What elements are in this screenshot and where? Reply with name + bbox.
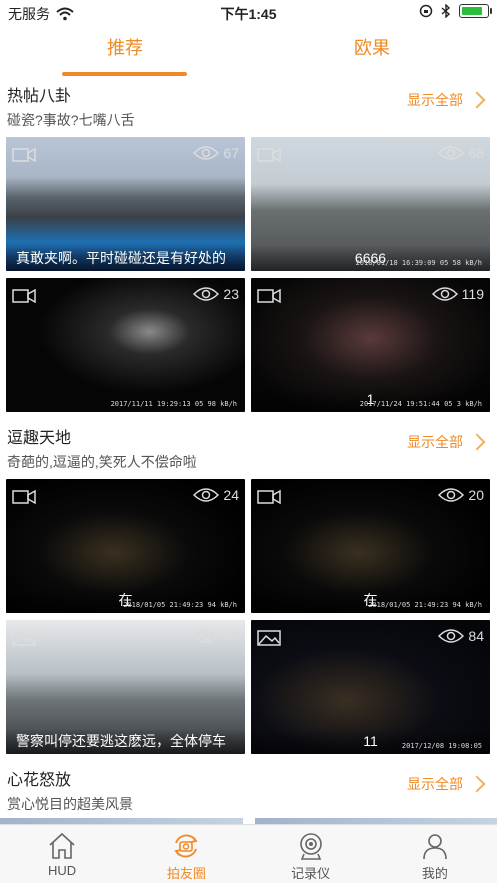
show-all-label: 显示全部: [407, 776, 463, 792]
show-all-button[interactable]: 显示全部: [407, 774, 486, 794]
video-camera-icon: [12, 288, 36, 304]
bluetooth-icon: [441, 4, 451, 18]
video-timestamp: 2017/11/11 19:29:13 05 98 kB/h: [110, 400, 237, 408]
section-subtitle: 碰瓷?事故?七嘴八舌: [7, 112, 135, 128]
video-camera-icon: [257, 147, 281, 163]
chevron-right-icon: [468, 775, 486, 793]
tab-ouguo[interactable]: 欧果: [307, 34, 437, 60]
video-thumbnail[interactable]: 68 6666 2018/01/18 16:39:09 05 58 kB/h: [251, 137, 490, 271]
section-title: 心花怒放: [7, 772, 72, 789]
video-caption: 真敢夹啊。平时碰碰还是有好处的: [6, 245, 245, 271]
image-icon: [257, 630, 281, 646]
tab-recorder[interactable]: 记录仪: [249, 825, 373, 883]
top-tabs: 推荐 欧果: [0, 26, 497, 78]
video-caption: 在: [6, 587, 245, 613]
eye-icon: [193, 146, 220, 160]
video-timestamp: 2017/12/08 19:08:05: [401, 742, 482, 750]
tab-label: HUD: [48, 863, 77, 878]
video-caption: 警察叫停还要逃这麽远，全体停车: [6, 728, 245, 754]
section-title: 热帖八卦: [7, 88, 72, 105]
section-header-hot: 热帖八卦 碰瓷?事故?七嘴八舌 显示全部: [0, 82, 497, 132]
video-thumbnail[interactable]: 119 1 2017/11/24 19:51:44 05 3 kB/h: [251, 278, 490, 412]
video-camera-icon: [12, 147, 36, 163]
tab-profile[interactable]: 我的: [373, 825, 497, 883]
eye-icon: [193, 287, 220, 301]
video-camera-icon: [257, 288, 281, 304]
image-icon: [12, 630, 36, 646]
bottom-tab-bar: HUD 拍友圈 记录仪 我的: [0, 824, 497, 883]
video-thumbnail[interactable]: 24 在 2018/01/05 21:49:23 94 kB/h: [6, 479, 245, 613]
video-camera-icon: [12, 489, 36, 505]
camera-refresh-icon: [174, 834, 198, 858]
tab-hud[interactable]: HUD: [0, 825, 124, 883]
tab-recommend[interactable]: 推荐: [60, 34, 190, 60]
rotation-lock-icon: [419, 4, 433, 18]
section-subtitle: 赏心悦目的超美风景: [7, 796, 133, 812]
view-count: 119: [461, 286, 484, 302]
video-caption: 在: [251, 587, 490, 613]
video-thumbnail[interactable]: 84 11 2017/12/08 19:08:05: [251, 620, 490, 754]
show-all-button[interactable]: 显示全部: [407, 90, 486, 110]
show-all-label: 显示全部: [407, 92, 463, 108]
section-header-scenery: 心花怒放 赏心悦目的超美风景 显示全部: [0, 766, 497, 816]
view-count: 67: [223, 145, 239, 161]
battery-icon: [459, 4, 492, 18]
show-all-button[interactable]: 显示全部: [407, 432, 486, 452]
tab-label: 拍友圈: [166, 866, 206, 881]
tab-photo-circle[interactable]: 拍友圈: [124, 825, 248, 883]
video-camera-icon: [257, 489, 281, 505]
eye-icon: [438, 146, 465, 160]
tab-label: 记录仪: [291, 866, 331, 881]
eye-icon: [193, 629, 220, 643]
video-timestamp: 2017/11/24 19:51:44 05 3 kB/h: [359, 400, 482, 408]
home-icon: [49, 832, 75, 859]
video-timestamp: 2018/01/18 16:39:09 05 58 kB/h: [355, 259, 482, 267]
eye-icon: [193, 488, 220, 502]
video-thumbnail[interactable]: 20 在 2018/01/05 21:49:23 94 kB/h: [251, 479, 490, 613]
section-title: 逗趣天地: [7, 430, 72, 447]
show-all-label: 显示全部: [407, 434, 463, 450]
video-caption: 11: [251, 728, 490, 754]
view-count: 84: [468, 628, 484, 644]
tab-label: 我的: [421, 866, 448, 881]
view-count: 44: [223, 628, 239, 644]
video-caption: 1: [251, 386, 490, 412]
chevron-right-icon: [468, 91, 486, 109]
eye-icon: [438, 629, 465, 643]
view-count: 23: [223, 286, 239, 302]
status-bar: 无服务 下午1:45: [0, 0, 497, 26]
user-icon: [423, 834, 447, 860]
section-subtitle: 奇葩的,逗逼的,笑死人不偿命啦: [7, 454, 197, 470]
dashcam-icon: [299, 833, 322, 860]
tab-indicator: [62, 72, 187, 76]
eye-icon: [431, 287, 458, 301]
video-caption: 6666: [251, 245, 490, 271]
view-count: 24: [223, 487, 239, 503]
section-header-funny: 逗趣天地 奇葩的,逗逼的,笑死人不偿命啦 显示全部: [0, 424, 497, 474]
chevron-right-icon: [468, 433, 486, 451]
view-count: 20: [468, 487, 484, 503]
view-count: 68: [468, 145, 484, 161]
video-thumbnail[interactable]: 67 真敢夹啊。平时碰碰还是有好处的: [6, 137, 245, 271]
video-thumbnail[interactable]: 44 警察叫停还要逃这麽远，全体停车: [6, 620, 245, 754]
video-thumbnail[interactable]: 23 2017/11/11 19:29:13 05 98 kB/h: [6, 278, 245, 412]
video-timestamp: 2018/01/05 21:49:23 94 kB/h: [123, 601, 237, 609]
eye-icon: [438, 488, 465, 502]
video-timestamp: 2018/01/05 21:49:23 94 kB/h: [368, 601, 482, 609]
